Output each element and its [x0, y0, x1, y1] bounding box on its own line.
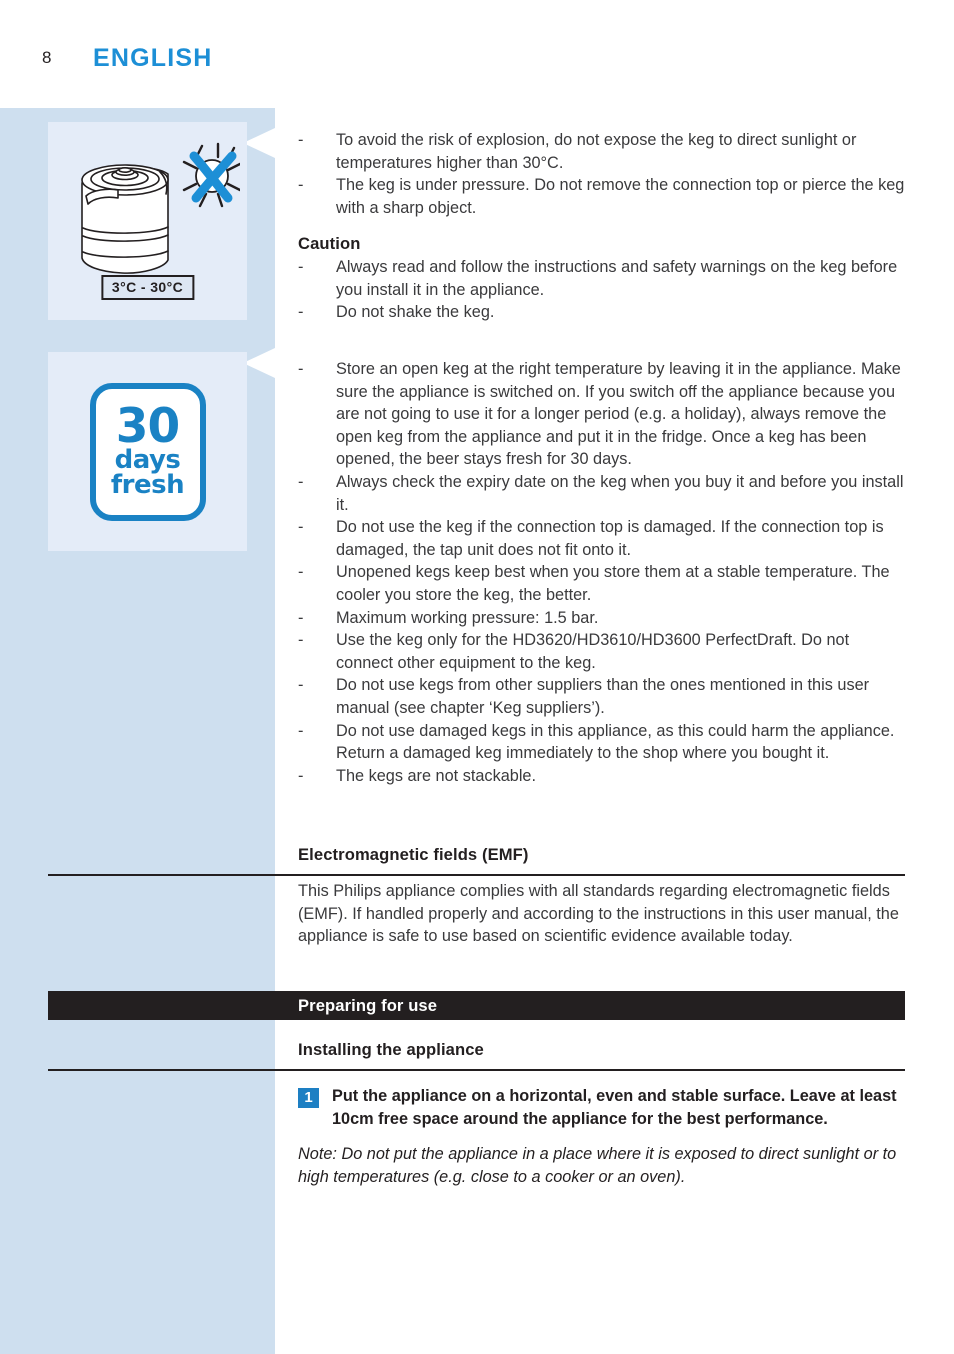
- list-item: - Do not use damaged kegs in this applia…: [298, 720, 906, 765]
- list-item: - Do not use the keg if the connection t…: [298, 516, 906, 561]
- list-item-text: Maximum working pressure: 1.5 bar.: [336, 608, 599, 627]
- list-item-text: The keg is under pressure. Do not remove…: [336, 176, 905, 217]
- bullet-dash: -: [298, 766, 304, 785]
- list-item: - Store an open keg at the right tempera…: [298, 358, 906, 471]
- note-text: Note: Do not put the appliance in a plac…: [298, 1145, 897, 1186]
- list-item: - Maximum working pressure: 1.5 bar.: [298, 607, 906, 630]
- emf-paragraph: This Philips appliance complies with all…: [298, 882, 899, 946]
- divider-installing: [48, 1069, 905, 1071]
- sidebar-notch-icon: [243, 128, 275, 158]
- emf-heading: Electromagnetic fields (EMF): [298, 845, 529, 864]
- divider-emf: [48, 874, 905, 876]
- sidebar-notch-icon: [243, 348, 275, 378]
- list-item-text: Do not use the keg if the connection top…: [336, 518, 884, 559]
- temperature-label: 3°C - 30°C: [100, 275, 195, 300]
- bullet-dash: -: [298, 258, 304, 276]
- list-item: - The kegs are not stackable.: [298, 765, 906, 788]
- caution-section: Caution - Always read and follow the ins…: [298, 232, 906, 324]
- chapter-bar: Preparing for use: [48, 991, 905, 1020]
- page-number: 8: [42, 48, 52, 67]
- list-item-text: Do not shake the keg.: [336, 303, 495, 322]
- bullet-dash: -: [298, 360, 304, 378]
- list-item-text: Always check the expiry date on the keg …: [336, 472, 904, 514]
- list-item: - The keg is under pressure. Do not remo…: [298, 174, 906, 219]
- list-item: - Always read and follow the instruction…: [298, 256, 906, 301]
- list-item-text: Always read and follow the instructions …: [336, 258, 898, 299]
- caution-heading: Caution: [298, 234, 361, 253]
- install-step-1: 1 Put the appliance on a horizontal, eve…: [298, 1085, 906, 1130]
- list-item: - Always check the expiry date on the ke…: [298, 471, 906, 516]
- chapter-title: Preparing for use: [298, 996, 438, 1015]
- warning-bullets: - To avoid the risk of explosion, do not…: [298, 129, 906, 219]
- days-fresh-badge: 30 days fresh: [89, 382, 206, 521]
- install-note: Note: Do not put the appliance in a plac…: [298, 1143, 906, 1188]
- list-item: - Unopened kegs keep best when you store…: [298, 561, 906, 606]
- installing-heading: Installing the appliance: [298, 1040, 484, 1059]
- bullet-dash: -: [298, 176, 304, 195]
- keg-care-bullets: - Store an open keg at the right tempera…: [298, 358, 906, 787]
- bullet-dash: -: [298, 608, 304, 627]
- emf-paragraph-block: This Philips appliance complies with all…: [298, 880, 906, 948]
- list-item-text: Do not use damaged kegs in this applianc…: [336, 721, 895, 763]
- bullet-dash: -: [298, 303, 304, 322]
- list-item-text: Use the keg only for the HD3620/HD3610/H…: [336, 631, 850, 672]
- bullet-dash: -: [298, 563, 304, 582]
- keg-drawing-icon: [81, 142, 240, 274]
- bullet-dash: -: [298, 131, 304, 149]
- list-item: - Use the keg only for the HD3620/HD3610…: [298, 629, 906, 674]
- list-item-text: Do not use kegs from other suppliers tha…: [336, 676, 870, 717]
- list-item: - Do not use kegs from other suppliers t…: [298, 674, 906, 719]
- illustration-30-days-fresh: 30 days fresh: [48, 352, 247, 551]
- illustration-keg-no-sunlight: 3°C - 30°C: [48, 122, 247, 320]
- list-item: - Do not shake the keg.: [298, 301, 906, 324]
- emf-heading-block: Electromagnetic fields (EMF): [298, 843, 906, 867]
- bullet-dash: -: [298, 472, 304, 491]
- bullet-dash: -: [298, 631, 304, 650]
- step-text: Put the appliance on a horizontal, even …: [332, 1087, 897, 1128]
- bullet-dash: -: [298, 518, 304, 537]
- days-number: 30: [115, 398, 180, 454]
- installing-heading-block: Installing the appliance: [298, 1038, 906, 1062]
- bullet-dash: -: [298, 676, 304, 695]
- step-number-badge: 1: [298, 1088, 319, 1108]
- list-item-text: The kegs are not stackable.: [336, 766, 537, 785]
- days-word: days: [114, 445, 181, 476]
- list-item: - To avoid the risk of explosion, do not…: [298, 129, 906, 174]
- page-header: 8 ENGLISH: [0, 0, 954, 108]
- page-title: ENGLISH: [93, 44, 213, 72]
- list-item-text: Store an open keg at the right temperatu…: [336, 360, 901, 469]
- fresh-word: fresh: [110, 470, 185, 501]
- list-item-text: Unopened kegs keep best when you store t…: [336, 563, 890, 604]
- bullet-dash: -: [298, 721, 304, 740]
- list-item-text: To avoid the risk of explosion, do not e…: [336, 131, 857, 172]
